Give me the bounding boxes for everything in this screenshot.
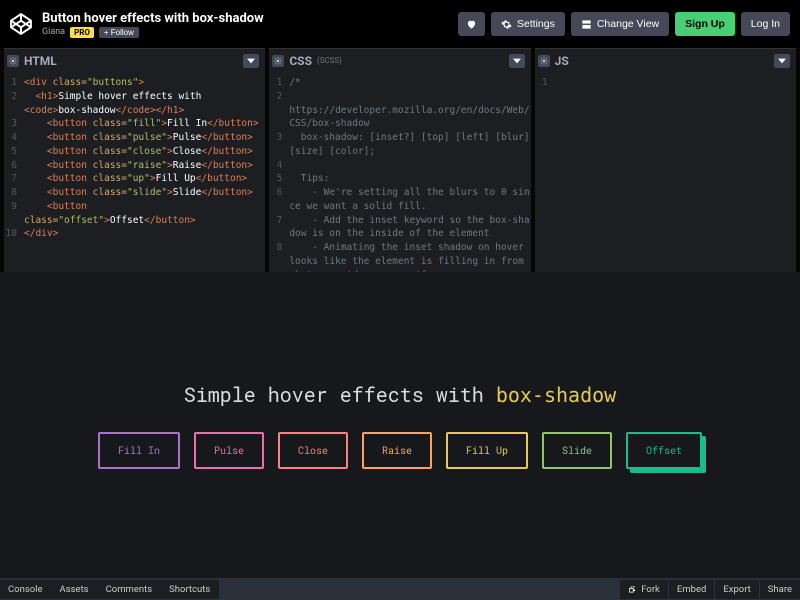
preview-heading: Simple hover effects with box-shadow xyxy=(184,382,616,408)
signup-button[interactable]: Sign Up xyxy=(675,12,735,36)
css-collapse-button[interactable] xyxy=(509,54,525,68)
codepen-logo-icon[interactable] xyxy=(10,13,32,35)
heart-button[interactable] xyxy=(458,12,485,36)
css-settings-icon[interactable] xyxy=(272,55,284,67)
html-settings-icon[interactable] xyxy=(7,55,19,67)
css-pane: CSS (SCSS) 1/*2https://developer.mozilla… xyxy=(269,48,530,272)
demo-fill-button[interactable]: Fill In xyxy=(98,432,180,469)
author-name[interactable]: Giana xyxy=(42,27,65,37)
html-collapse-button[interactable] xyxy=(243,54,259,68)
title-block: Button hover effects with box-shadow Gia… xyxy=(42,11,448,38)
login-button[interactable]: Log In xyxy=(741,12,790,36)
js-pane: JS 1 xyxy=(535,48,796,272)
css-code[interactable]: 1/*2https://developer.mozilla.org/en/doc… xyxy=(269,72,530,272)
footer-shortcuts-tab[interactable]: Shortcuts xyxy=(161,580,219,599)
top-actions: Settings Change View Sign Up Log In xyxy=(458,12,790,36)
js-collapse-button[interactable] xyxy=(774,54,790,68)
html-code[interactable]: 1<div class="buttons">2 <h1>Simple hover… xyxy=(4,72,265,272)
footer-fork-button[interactable]: Fork xyxy=(619,580,668,599)
footer-embed-button[interactable]: Embed xyxy=(668,580,714,599)
footer-assets-tab[interactable]: Assets xyxy=(52,580,98,599)
pen-title: Button hover effects with box-shadow xyxy=(42,11,448,26)
footer-export-button[interactable]: Export xyxy=(714,580,758,599)
html-pane: HTML 1<div class="buttons">2 <h1>Simple … xyxy=(4,48,265,272)
footer-console-tab[interactable]: Console xyxy=(0,580,52,599)
js-settings-icon[interactable] xyxy=(538,55,550,67)
footer-bar: ConsoleAssetsCommentsShortcuts ForkEmbed… xyxy=(0,578,800,600)
demo-offset-button[interactable]: Offset xyxy=(626,432,702,469)
demo-close-button[interactable]: Close xyxy=(278,432,348,469)
demo-buttons: Fill In Pulse Close Raise Fill Up Slide Offset xyxy=(98,432,702,469)
css-pane-sub: (SCSS) xyxy=(317,56,342,65)
pro-badge: PRO xyxy=(70,27,94,38)
demo-pulse-button[interactable]: Pulse xyxy=(194,432,264,469)
settings-button[interactable]: Settings xyxy=(491,12,565,36)
footer-comments-tab[interactable]: Comments xyxy=(98,580,162,599)
layout-icon xyxy=(581,19,592,30)
js-pane-title: JS xyxy=(555,54,569,68)
css-pane-title: CSS xyxy=(289,54,312,68)
html-pane-title: HTML xyxy=(24,54,57,68)
follow-button[interactable]: + Follow xyxy=(99,27,139,38)
editor-row: HTML 1<div class="buttons">2 <h1>Simple … xyxy=(0,48,800,272)
gear-icon xyxy=(501,19,512,30)
demo-raise-button[interactable]: Raise xyxy=(362,432,432,469)
preview-area: Simple hover effects with box-shadow Fil… xyxy=(0,272,800,578)
heart-icon xyxy=(466,19,477,30)
footer-share-button[interactable]: Share xyxy=(759,580,800,599)
js-code[interactable]: 1 xyxy=(535,72,796,272)
top-bar: Button hover effects with box-shadow Gia… xyxy=(0,0,800,48)
demo-up-button[interactable]: Fill Up xyxy=(446,432,528,469)
demo-slide-button[interactable]: Slide xyxy=(542,432,612,469)
change-view-button[interactable]: Change View xyxy=(571,12,669,36)
fork-icon xyxy=(628,585,637,594)
